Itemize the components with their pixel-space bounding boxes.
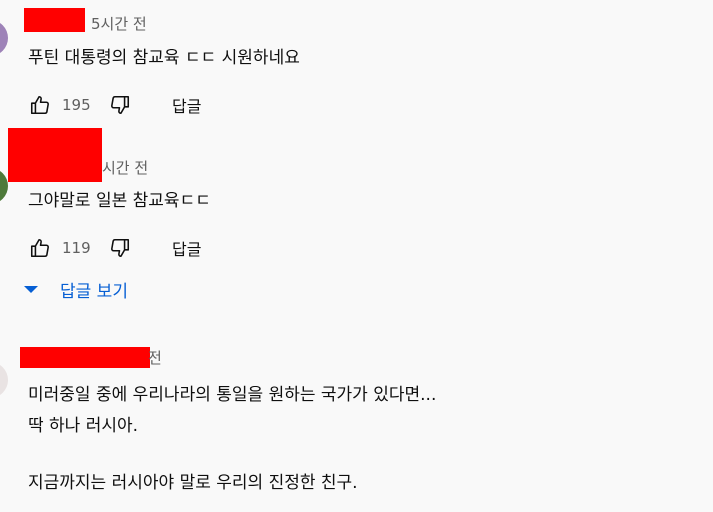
- comment-text: 푸틴 대통령의 참교육 ㄷㄷ 시원하네요: [28, 48, 300, 68]
- comment-text: 그야말로 일본 참교육ㄷㄷ: [28, 191, 211, 211]
- view-replies-button[interactable]: 답글 보기: [24, 277, 128, 302]
- dislike-button[interactable]: [108, 93, 132, 117]
- comment-timestamp[interactable]: 5시간 전: [91, 13, 147, 34]
- reply-button[interactable]: 답글: [172, 236, 201, 260]
- dislike-button[interactable]: [108, 236, 132, 260]
- like-button[interactable]: [28, 236, 52, 260]
- redacted-username: [20, 347, 150, 368]
- caret-down-icon: [24, 286, 38, 293]
- comment-actions: 195 답글: [28, 93, 201, 117]
- comment-timestamp[interactable]: 전: [148, 347, 162, 368]
- like-button[interactable]: [28, 93, 52, 117]
- avatar[interactable]: [0, 168, 8, 204]
- dislike-icon: [111, 238, 130, 258]
- redacted-username: [8, 128, 102, 182]
- comment-actions: 119 답글: [28, 236, 201, 260]
- dislike-icon: [111, 95, 130, 115]
- avatar[interactable]: [0, 20, 8, 56]
- redacted-username: [24, 8, 85, 32]
- comment-text-line-1: 미러중일 중에 우리나라의 통일을 원하는 국가가 있다면...: [28, 385, 437, 405]
- avatar[interactable]: [0, 362, 8, 398]
- like-icon: [30, 238, 49, 258]
- like-count: 119: [62, 239, 91, 257]
- view-replies-label: 답글 보기: [60, 282, 128, 302]
- like-icon: [30, 95, 49, 115]
- like-count: 195: [62, 96, 91, 114]
- reply-button[interactable]: 답글: [172, 93, 201, 117]
- comment-timestamp[interactable]: 시간 전: [102, 157, 148, 178]
- comment-text-line-2: 딱 하나 러시아.: [28, 416, 139, 436]
- comment-text-line-3: 지금까지는 러시아야 말로 우리의 진정한 친구.: [28, 473, 358, 493]
